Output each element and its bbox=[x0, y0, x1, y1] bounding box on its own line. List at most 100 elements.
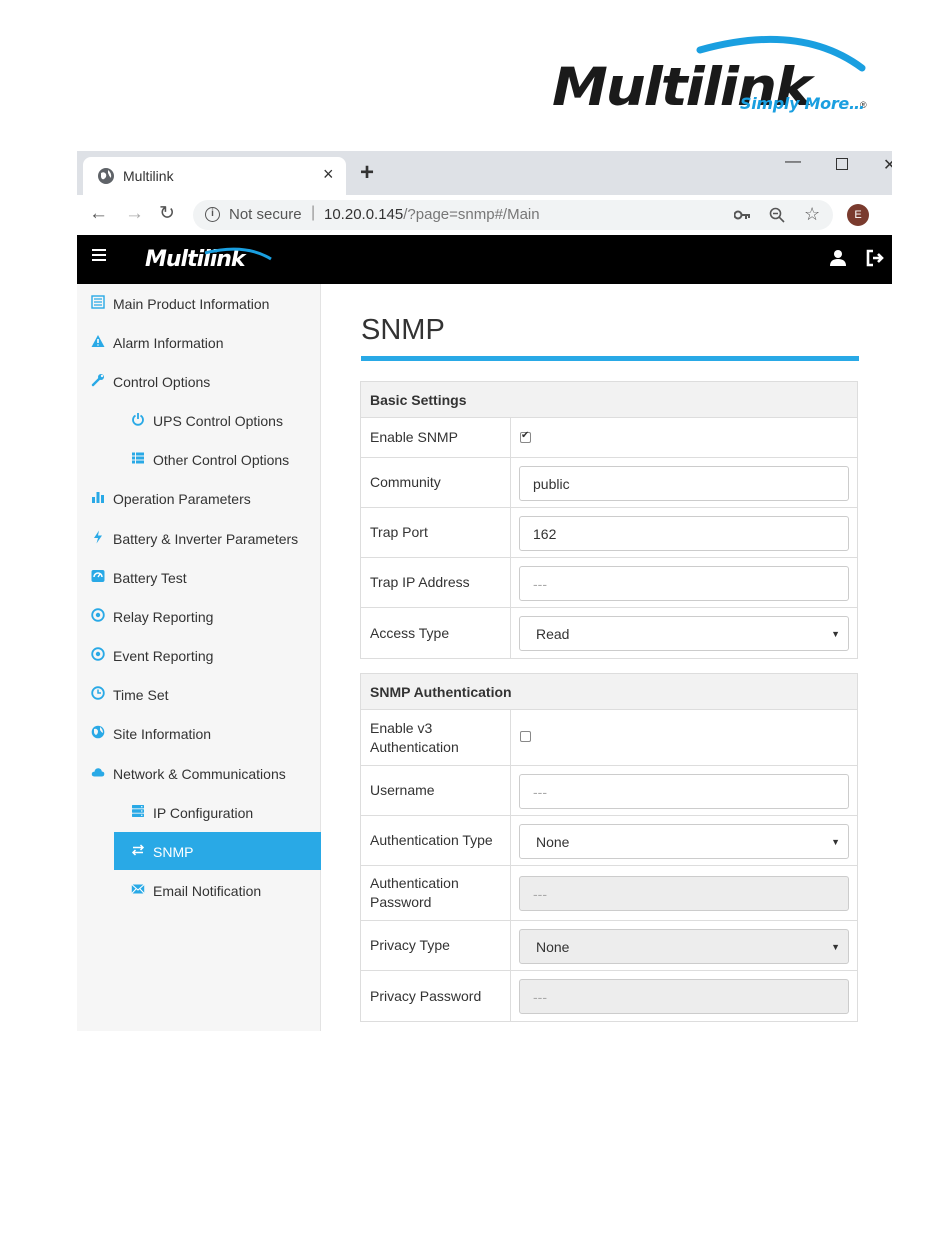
sidebar-item-operation-parameters[interactable]: Operation Parameters bbox=[77, 479, 321, 517]
menu-dots-icon[interactable]: ⋮ bbox=[885, 203, 892, 223]
sidebar-item-main-product-information[interactable]: Main Product Information bbox=[77, 284, 321, 322]
sidebar-item-label: SNMP bbox=[153, 844, 194, 860]
access-type-row: Access Type Read ▼ bbox=[361, 608, 857, 658]
sidebar-item-label: Network & Communications bbox=[113, 766, 286, 782]
trap-port-row: Trap Port 162 bbox=[361, 508, 857, 558]
target-icon bbox=[91, 647, 105, 661]
wrench-icon bbox=[91, 374, 104, 387]
sidebar-item-label: Operation Parameters bbox=[113, 491, 251, 507]
access-type-selected: Read bbox=[536, 626, 570, 642]
trap-ip-row: Trap IP Address --- bbox=[361, 558, 857, 608]
sidebar-item-network-communications[interactable]: Network & Communications bbox=[77, 754, 321, 792]
profile-avatar[interactable]: E bbox=[847, 204, 869, 226]
security-label: Not secure bbox=[229, 206, 302, 223]
close-window-button[interactable]: ✕ bbox=[883, 155, 892, 175]
community-value: public bbox=[511, 458, 857, 507]
sidebar-nav: Main Product Information Alarm Informati… bbox=[77, 284, 321, 1031]
minimize-button[interactable]: — bbox=[785, 153, 801, 171]
auth-password-row: Authentication Password --- bbox=[361, 866, 857, 921]
trap-port-input[interactable]: 162 bbox=[519, 516, 849, 551]
sidebar-item-event-reporting[interactable]: Event Reporting bbox=[77, 636, 321, 674]
sidebar-item-time-set[interactable]: Time Set bbox=[77, 675, 321, 713]
auth-password-label: Authentication Password bbox=[361, 866, 511, 920]
privacy-password-label: Privacy Password bbox=[361, 971, 511, 1021]
brand-logo: Multilink ® Simply More… bbox=[550, 30, 880, 120]
address-bar[interactable]: i Not secure | 10.20.0.145/?page=snmp#/M… bbox=[193, 200, 833, 230]
sidebar-item-ip-configuration[interactable]: IP Configuration bbox=[77, 793, 321, 831]
privacy-password-input[interactable]: --- bbox=[519, 979, 849, 1014]
chevron-down-icon: ▼ bbox=[831, 837, 840, 847]
app-logo[interactable]: Multilink bbox=[145, 245, 275, 275]
trap-ip-input[interactable]: --- bbox=[519, 566, 849, 601]
tab-close-icon[interactable]: × bbox=[323, 165, 334, 183]
enable-v3-checkbox[interactable] bbox=[520, 731, 531, 742]
auth-type-select[interactable]: None ▼ bbox=[519, 824, 849, 859]
server-icon bbox=[132, 805, 144, 817]
sidebar-item-label: Email Notification bbox=[153, 883, 262, 899]
auth-type-selected: None bbox=[536, 834, 570, 850]
page-title: SNMP bbox=[361, 314, 445, 346]
zoom-out-icon[interactable] bbox=[769, 207, 785, 223]
globe-icon bbox=[98, 168, 114, 184]
username-input[interactable]: --- bbox=[519, 774, 849, 809]
target-icon bbox=[91, 608, 105, 622]
sidebar-item-relay-reporting[interactable]: Relay Reporting bbox=[77, 597, 321, 635]
list-icon bbox=[91, 295, 105, 309]
sidebar-item-battery-test[interactable]: Battery Test bbox=[77, 558, 321, 596]
title-underline bbox=[361, 356, 859, 361]
info-icon[interactable]: i bbox=[205, 207, 220, 222]
key-icon[interactable] bbox=[734, 209, 751, 221]
chevron-down-icon: ▼ bbox=[831, 942, 840, 952]
envelope-icon bbox=[131, 884, 145, 894]
auth-password-input[interactable]: --- bbox=[519, 876, 849, 911]
cloud-icon bbox=[91, 768, 105, 777]
maximize-button[interactable] bbox=[836, 158, 848, 170]
app-header: Multilink bbox=[77, 235, 892, 284]
hamburger-menu-icon[interactable] bbox=[92, 249, 106, 263]
privacy-type-label: Privacy Type bbox=[361, 921, 511, 970]
privacy-type-value: None ▼ bbox=[511, 921, 857, 970]
sidebar-item-site-information[interactable]: Site Information bbox=[77, 714, 321, 752]
auth-type-row: Authentication Type None ▼ bbox=[361, 816, 857, 866]
url-host: 10.20.0.145 bbox=[324, 206, 404, 223]
privacy-type-select[interactable]: None ▼ bbox=[519, 929, 849, 964]
trap-port-value: 162 bbox=[511, 508, 857, 557]
username-label: Username bbox=[361, 766, 511, 815]
sidebar-item-other-control-options[interactable]: Other Control Options bbox=[77, 440, 321, 478]
trap-port-label: Trap Port bbox=[361, 508, 511, 557]
star-icon[interactable]: ☆ bbox=[804, 204, 820, 225]
tab-strip: Multilink × + — ✕ bbox=[77, 151, 892, 195]
sidebar-item-battery-inverter-parameters[interactable]: Battery & Inverter Parameters bbox=[77, 519, 321, 557]
privacy-type-row: Privacy Type None ▼ bbox=[361, 921, 857, 971]
sidebar-item-ups-control-options[interactable]: UPS Control Options bbox=[77, 401, 321, 439]
enable-snmp-checkbox[interactable] bbox=[520, 430, 531, 443]
user-icon[interactable] bbox=[829, 249, 847, 267]
privacy-password-row: Privacy Password --- bbox=[361, 971, 857, 1021]
access-type-select[interactable]: Read ▼ bbox=[519, 616, 849, 651]
sidebar-item-control-options[interactable]: Control Options bbox=[77, 362, 321, 400]
enable-v3-row: Enable v3 Authentication bbox=[361, 710, 857, 766]
enable-snmp-value bbox=[511, 418, 857, 457]
sidebar-item-label: Other Control Options bbox=[153, 452, 290, 468]
reload-icon[interactable]: ↻ bbox=[159, 202, 175, 226]
community-input[interactable]: public bbox=[519, 466, 849, 501]
browser-window: Multilink × + — ✕ ← → ↻ i Not secure | 1… bbox=[77, 151, 892, 1031]
sidebar-item-label: Time Set bbox=[113, 687, 169, 703]
new-tab-button[interactable]: + bbox=[360, 161, 374, 185]
logout-icon[interactable] bbox=[865, 249, 885, 267]
access-type-label: Access Type bbox=[361, 608, 511, 658]
browser-tab[interactable]: Multilink × bbox=[83, 157, 346, 195]
sidebar-item-email-notification[interactable]: Email Notification bbox=[77, 871, 321, 909]
forward-arrow-icon[interactable]: → bbox=[125, 202, 144, 226]
snmp-authentication-panel: SNMP Authentication Enable v3 Authentica… bbox=[360, 673, 858, 1022]
bar-chart-icon bbox=[92, 492, 104, 503]
sidebar-item-alarm-information[interactable]: Alarm Information bbox=[77, 323, 321, 361]
auth-type-value: None ▼ bbox=[511, 816, 857, 865]
sidebar-item-snmp[interactable]: SNMP bbox=[114, 832, 321, 870]
sidebar-item-label: Alarm Information bbox=[113, 335, 224, 351]
auth-type-label: Authentication Type bbox=[361, 816, 511, 865]
main-content: SNMP Basic Settings Enable SNMP Communit… bbox=[322, 284, 892, 1031]
url-separator: | bbox=[311, 204, 316, 221]
auth-password-value: --- bbox=[511, 866, 857, 920]
back-arrow-icon[interactable]: ← bbox=[89, 202, 108, 226]
